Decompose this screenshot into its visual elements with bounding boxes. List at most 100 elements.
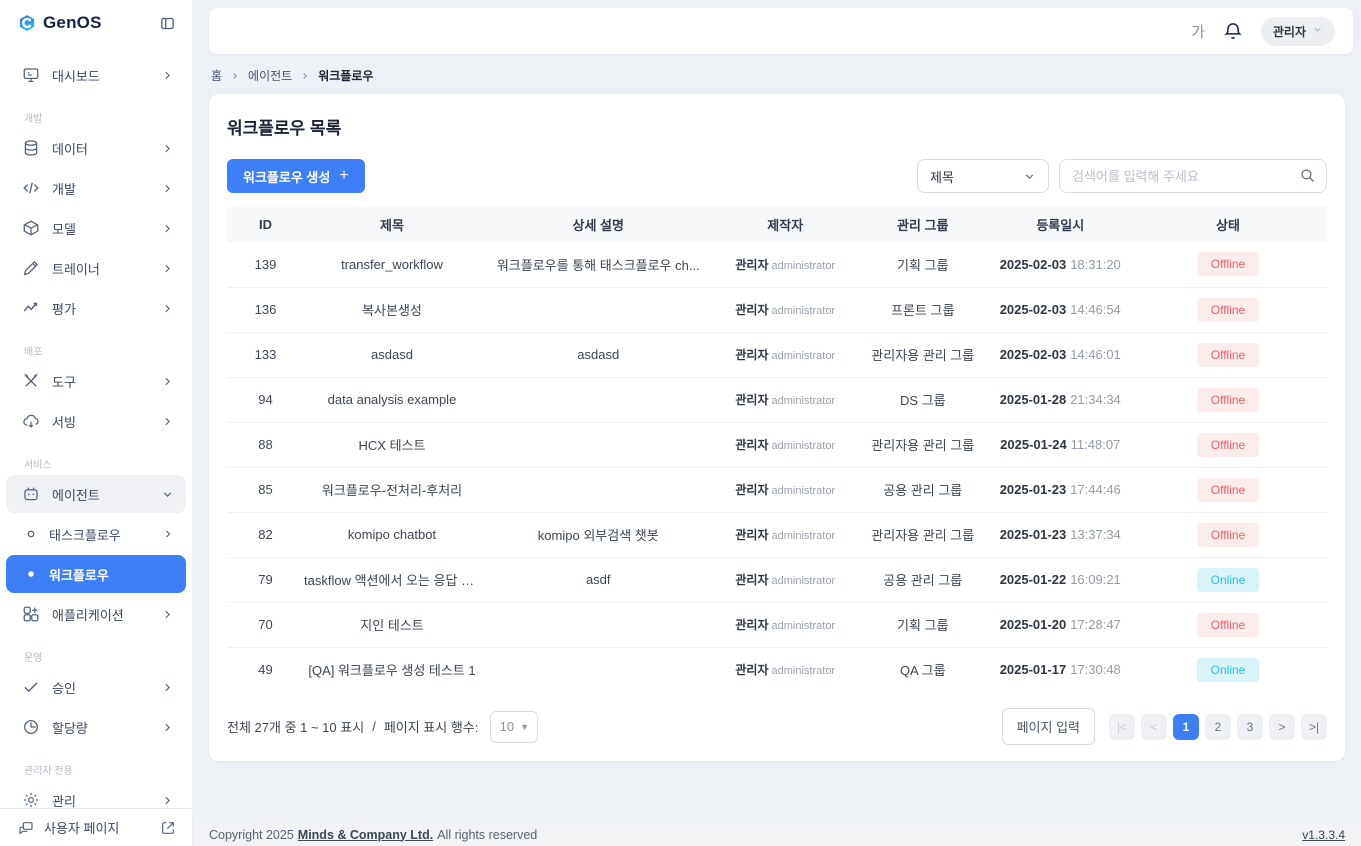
cell-status: Offline [1129,512,1327,557]
status-badge: Online [1197,568,1259,592]
search-field-select[interactable]: 제목 [917,159,1049,193]
workflow-title: taskflow 액션에서 오는 응답 cust... [304,573,480,588]
workflow-title: 복사본생성 [362,303,422,318]
sidebar-item-label: 워크플로우 [49,565,174,584]
pagination-page-3-button[interactable]: 3 [1237,714,1263,740]
search-icon[interactable] [1299,167,1316,184]
chevron-right-icon [161,681,174,694]
breadcrumb-agent[interactable]: 에이전트 [248,67,292,84]
page-input-button[interactable]: 페이지 입력 [1002,708,1095,745]
notification-bell-icon[interactable] [1223,21,1243,41]
sidebar-item-workflow[interactable]: 워크플로우 [6,555,186,593]
pagination-page-2-button[interactable]: 2 [1205,714,1231,740]
cell-date: 2025-02-0314:46:01 [992,332,1130,377]
create-workflow-button[interactable]: 워크플로우 생성 + [227,159,365,193]
table-row[interactable]: 88HCX 테스트관리자administrator관리자용 관리 그룹2025-… [227,422,1327,467]
table-row[interactable]: 139transfer_workflow워크플로우를 통해 태스크플로우 ch.… [227,242,1327,287]
table-row[interactable]: 79taskflow 액션에서 오는 응답 cust...asdf관리자admi… [227,557,1327,602]
cell-status: Offline [1129,467,1327,512]
table-row[interactable]: 85워크플로우-전처리-후처리관리자administrator공용 관리 그룹2… [227,467,1327,512]
cell-date: 2025-01-2317:44:46 [992,467,1130,512]
chevron-right-icon [161,608,174,621]
cell-status: Offline [1129,242,1327,287]
main-area: 가 관리자 홈 에이전트 워크플로우 워크플로우 목록 워크플로우 생성 + 제… [193,0,1361,846]
sidebar-item-data[interactable]: 데이터 [6,129,186,167]
external-link-icon[interactable] [160,820,176,836]
workflow-title: data analysis example [328,392,457,407]
user-page-icon [18,820,34,836]
table-row[interactable]: 49[QA] 워크플로우 생성 테스트 1관리자administratorQA … [227,647,1327,692]
sidebar-item-label: 데이터 [52,139,149,158]
cell-title: taskflow 액션에서 오는 응답 cust... [304,557,480,602]
breadcrumb-home[interactable]: 홈 [211,67,222,84]
collapse-sidebar-icon[interactable] [159,15,176,32]
profile-menu-button[interactable]: 관리자 [1261,17,1335,46]
search-field-selected: 제목 [930,167,954,186]
cell-group: 관리자용 관리 그룹 [854,512,992,557]
sidebar-item-agent[interactable]: 에이전트 [6,475,186,513]
pagination-last-page-button[interactable]: >| [1301,714,1327,740]
creator-name: administrator [772,350,836,362]
column-header-creator: 제작자 [717,207,855,242]
cell-creator: 관리자administrator [717,242,855,287]
table-row[interactable]: 133asdasdasdasd관리자administrator관리자용 관리 그… [227,332,1327,377]
sidebar-item-approval[interactable]: 승인 [6,668,186,706]
cell-id: 133 [227,332,304,377]
creator-role: 관리자 [735,663,768,677]
sidebar-item-model[interactable]: 모델 [6,209,186,247]
table-row[interactable]: 82komipo chatbotkomipo 외부검색 챗봇관리자adminis… [227,512,1327,557]
cell-group: 공용 관리 그룹 [854,557,992,602]
sidebar-item-application[interactable]: 애플리케이션 [6,595,186,633]
font-size-button[interactable]: 가 [1191,21,1205,42]
pagination-next-page-button[interactable]: > [1269,714,1295,740]
sidebar-item-taskflow[interactable]: 태스크플로우 [6,515,186,553]
status-badge: Offline [1197,298,1259,322]
cell-date: 2025-01-2411:48:07 [992,422,1130,467]
company-link[interactable]: Minds & Company Ltd. [298,828,433,842]
status-badge: Offline [1197,613,1259,637]
cell-group: 프론트 그룹 [854,287,992,332]
registered-time: 13:37:34 [1070,527,1121,542]
sidebar-item-serving[interactable]: 서빙 [6,402,186,440]
version-link[interactable]: v1.3.3.4 [1302,828,1345,842]
sidebar-item-trainer[interactable]: 트레이너 [6,249,186,287]
sidebar-item-quota[interactable]: 할당량 [6,708,186,746]
cell-title: 워크플로우-전처리-후처리 [304,467,480,512]
chevron-right-icon [161,375,174,388]
management-group: 관리자용 관리 그룹 [871,438,974,453]
cell-description: komipo 외부검색 챗봇 [480,512,717,557]
table-row[interactable]: 136복사본생성관리자administrator프론트 그룹2025-02-03… [227,287,1327,332]
cell-date: 2025-02-0318:31:20 [992,242,1130,287]
plus-icon: + [339,167,348,185]
cell-creator: 관리자administrator [717,647,855,692]
workflow-title: 워크플로우-전처리-후처리 [322,483,462,498]
cell-id: 94 [227,377,304,422]
creator-role: 관리자 [735,618,768,632]
sidebar-item-management[interactable]: 관리 [6,781,186,808]
creator-name: administrator [772,575,836,587]
rows-per-page-select[interactable]: 10 ▼ [490,711,538,743]
sidebar-nav: 대시보드개발데이터개발모델트레이너평가배포도구서빙서비스에이전트태스크플로우워크… [0,46,192,808]
page-title: 워크플로우 목록 [227,114,1327,139]
chevron-right-icon [161,794,174,807]
pagination-page-1-button[interactable]: 1 [1173,714,1199,740]
table-row[interactable]: 70지인 테스트관리자administrator기획 그룹2025-01-201… [227,602,1327,647]
app-grid-icon [22,605,40,623]
search-input[interactable] [1059,159,1327,193]
cell-status: Offline [1129,602,1327,647]
sidebar-item-evaluation[interactable]: 평가 [6,289,186,327]
sidebar-item-dashboard[interactable]: 대시보드 [6,56,186,94]
column-header-status: 상태 [1129,207,1327,242]
workflow-title: [QA] 워크플로우 생성 테스트 1 [308,663,475,678]
monitor-icon [22,66,40,84]
chevron-right-icon [161,182,174,195]
chevron-down-icon [1312,24,1323,38]
sidebar-item-user-page[interactable]: 사용자 페이지 [0,808,192,846]
cell-id: 70 [227,602,304,647]
table-row[interactable]: 94data analysis example관리자administratorD… [227,377,1327,422]
cell-group: 공용 관리 그룹 [854,467,992,512]
sidebar-item-tools[interactable]: 도구 [6,362,186,400]
genos-hexagon-logo-icon [18,14,36,32]
sidebar-item-develop[interactable]: 개발 [6,169,186,207]
cell-creator: 관리자administrator [717,377,855,422]
